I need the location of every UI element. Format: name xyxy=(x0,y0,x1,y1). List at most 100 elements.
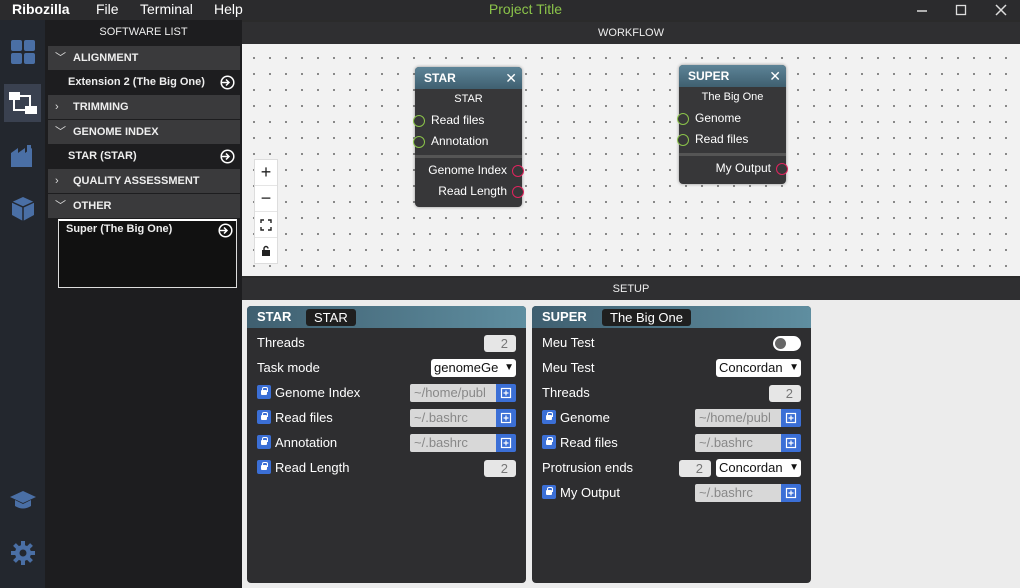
setup-panel-super: SUPER The Big One Meu Test Meu Test Conc… xyxy=(532,306,811,583)
field-label: Read files xyxy=(560,435,618,450)
close-node-icon[interactable]: ✕ xyxy=(769,65,781,87)
node-header[interactable]: SUPER ✕ xyxy=(679,65,786,87)
read-files-path[interactable]: ~/.bashrc xyxy=(695,434,781,452)
protrusion-ends-input[interactable]: 2 xyxy=(679,460,711,477)
category-other[interactable]: ﹀ OTHER xyxy=(48,194,240,218)
panel-header: STAR STAR xyxy=(247,306,526,328)
lock-icon xyxy=(262,245,270,256)
field-label: Genome Index xyxy=(275,385,361,400)
select-value: Concordan xyxy=(719,360,783,375)
field-label: My Output xyxy=(560,485,620,500)
add-to-workflow-icon[interactable] xyxy=(218,223,233,243)
read-length-input[interactable]: 2 xyxy=(484,460,516,477)
threads-input[interactable]: 2 xyxy=(769,385,801,402)
field-read-files: Read files ~/.bashrc xyxy=(257,407,516,429)
software-item-label: STAR (STAR) xyxy=(68,150,137,162)
input-port-read-files[interactable]: Read files xyxy=(413,110,522,131)
workflow-icon[interactable] xyxy=(4,84,41,122)
field-genome-index: Genome Index ~/home/publ xyxy=(257,382,516,404)
meu-test-toggle[interactable] xyxy=(773,336,801,351)
title-bar: Ribozilla File Terminal Help Project Tit… xyxy=(0,0,1020,20)
file-picker-button[interactable] xyxy=(496,434,516,452)
lock-icon[interactable] xyxy=(257,410,271,424)
task-mode-select[interactable]: genomeGe ▼ xyxy=(431,359,516,377)
node-subtitle: The Big One xyxy=(701,91,764,103)
workflow-header: WORKFLOW xyxy=(242,22,1020,44)
output-port-read-length[interactable]: Read Length xyxy=(415,181,524,202)
panel-header: SUPER The Big One xyxy=(532,306,811,328)
file-plus-icon xyxy=(785,487,797,499)
read-files-path[interactable]: ~/.bashrc xyxy=(410,409,496,427)
lock-icon[interactable] xyxy=(257,435,271,449)
dashboard-icon[interactable] xyxy=(4,33,41,71)
file-picker-button[interactable] xyxy=(496,409,516,427)
category-alignment[interactable]: ﹀ ALIGNMENT xyxy=(48,46,240,70)
category-quality-assessment[interactable]: › QUALITY ASSESSMENT xyxy=(48,169,240,193)
input-port-read-files[interactable]: Read files xyxy=(677,129,786,150)
setup-area: STAR STAR Threads 2 Task mode genomeGe ▼ … xyxy=(242,300,1020,588)
field-annotation: Annotation ~/.bashrc xyxy=(257,432,516,454)
field-meu-test-select: Meu Test Concordan ▼ xyxy=(542,357,801,379)
lock-icon[interactable] xyxy=(257,385,271,399)
field-label: Protrusion ends xyxy=(542,460,634,475)
lock-icon[interactable] xyxy=(257,460,271,474)
field-task-mode: Task mode genomeGe ▼ xyxy=(257,357,516,379)
category-label: OTHER xyxy=(73,200,112,212)
chevron-down-icon: ▼ xyxy=(789,362,799,373)
chevron-down-icon: ▼ xyxy=(504,362,514,373)
package-icon[interactable] xyxy=(4,190,41,228)
input-port-annotation[interactable]: Annotation xyxy=(413,131,522,152)
output-port-my-output[interactable]: My Output xyxy=(679,158,788,179)
my-output-path[interactable]: ~/.bashrc xyxy=(695,484,781,502)
lock-icon[interactable] xyxy=(542,410,556,424)
genome-path[interactable]: ~/home/publ xyxy=(695,409,781,427)
maximize-icon[interactable] xyxy=(953,2,971,18)
meu-test-select[interactable]: Concordan ▼ xyxy=(716,359,801,377)
panel-tag: The Big One xyxy=(602,309,691,326)
category-trimming[interactable]: › TRIMMING xyxy=(48,95,240,119)
software-item-extension-2[interactable]: Extension 2 (The Big One) xyxy=(48,70,240,94)
app-window: Ribozilla File Terminal Help Project Tit… xyxy=(0,0,1020,588)
fit-view-icon xyxy=(260,218,272,231)
file-picker-button[interactable] xyxy=(781,409,801,427)
node-divider xyxy=(415,155,522,158)
selected-software-item[interactable]: Super (The Big One) xyxy=(58,219,237,288)
node-star[interactable]: STAR ✕ STAR Read files Annotation Genome… xyxy=(413,67,524,207)
output-port-genome-index[interactable]: Genome Index xyxy=(415,160,524,181)
panel-tag: STAR xyxy=(306,309,356,326)
workflow-canvas[interactable]: + − STAR ✕ STAR Read files Annotation Ge… xyxy=(242,44,1020,276)
genome-index-path[interactable]: ~/home/publ xyxy=(410,384,496,402)
annotation-path[interactable]: ~/.bashrc xyxy=(410,434,496,452)
factory-icon[interactable] xyxy=(4,137,41,175)
minimize-icon[interactable] xyxy=(914,2,932,18)
software-item-star[interactable]: STAR (STAR) xyxy=(48,144,240,168)
close-node-icon[interactable]: ✕ xyxy=(505,67,517,89)
settings-icon[interactable] xyxy=(4,534,41,572)
panel-title: STAR xyxy=(257,309,292,324)
node-subtitle: STAR xyxy=(454,93,483,105)
lock-icon[interactable] xyxy=(542,485,556,499)
field-label: Annotation xyxy=(275,435,338,450)
lock-canvas-button[interactable] xyxy=(255,238,277,264)
file-picker-button[interactable] xyxy=(781,484,801,502)
threads-input[interactable]: 2 xyxy=(484,335,516,352)
field-label: Read files xyxy=(275,410,333,425)
node-super[interactable]: SUPER ✕ The Big One Genome Read files My… xyxy=(677,65,788,184)
input-port-genome[interactable]: Genome xyxy=(677,108,786,129)
zoom-in-button[interactable]: + xyxy=(255,160,277,186)
protrusion-ends-select[interactable]: Concordan ▼ xyxy=(716,459,801,477)
lock-icon[interactable] xyxy=(542,435,556,449)
zoom-out-button[interactable]: − xyxy=(255,186,277,212)
software-list-sidebar: SOFTWARE LIST ﹀ ALIGNMENT Extension 2 (T… xyxy=(45,20,242,588)
learn-icon[interactable] xyxy=(4,481,41,519)
file-picker-button[interactable] xyxy=(781,434,801,452)
file-picker-button[interactable] xyxy=(496,384,516,402)
panel-title: SUPER xyxy=(542,309,587,324)
fit-view-button[interactable] xyxy=(255,212,277,238)
close-window-icon[interactable] xyxy=(993,2,1011,18)
field-read-length: Read Length 2 xyxy=(257,457,516,479)
category-genome-index[interactable]: ﹀ GENOME INDEX xyxy=(48,120,240,144)
node-header[interactable]: STAR ✕ xyxy=(415,67,522,89)
field-read-files: Read files ~/.bashrc xyxy=(542,432,801,454)
project-title[interactable]: Project Title xyxy=(0,1,1020,17)
